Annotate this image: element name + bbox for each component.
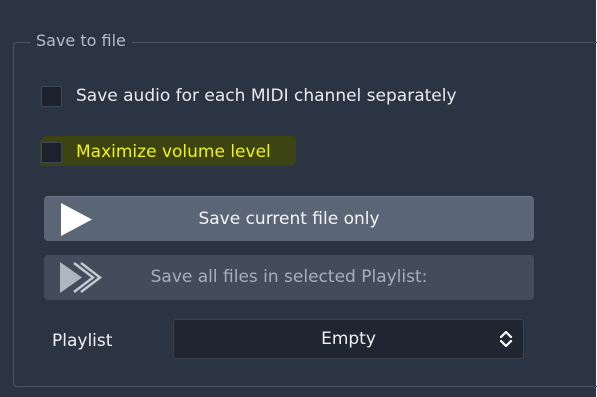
separate-channels-label: Save audio for each MIDI channel separat… bbox=[76, 86, 457, 106]
maximize-volume-label: Maximize volume level bbox=[76, 142, 271, 162]
save-current-file-label: Save current file only bbox=[198, 208, 380, 229]
chevron-up-down-icon bbox=[499, 330, 513, 348]
maximize-volume-option[interactable]: Maximize volume level bbox=[41, 140, 271, 164]
save-current-file-button[interactable]: Save current file only bbox=[44, 196, 534, 241]
save-settings-panel: Save to file Save audio for each MIDI ch… bbox=[0, 0, 597, 397]
groupbox-title: Save to file bbox=[30, 31, 132, 51]
save-all-playlist-label: Save all files in selected Playlist: bbox=[150, 267, 428, 287]
screenshot-canvas: Save to file Save audio for each MIDI ch… bbox=[0, 0, 597, 397]
save-all-playlist-button[interactable]: Save all files in selected Playlist: bbox=[44, 255, 534, 300]
playlist-select[interactable]: Empty bbox=[173, 319, 524, 359]
separate-channels-option[interactable]: Save audio for each MIDI channel separat… bbox=[41, 84, 457, 108]
separate-channels-checkbox[interactable] bbox=[41, 85, 62, 107]
playlist-selected-value: Empty bbox=[321, 329, 376, 349]
playlist-label: Playlist bbox=[52, 331, 113, 351]
maximize-volume-checkbox[interactable] bbox=[41, 141, 62, 163]
